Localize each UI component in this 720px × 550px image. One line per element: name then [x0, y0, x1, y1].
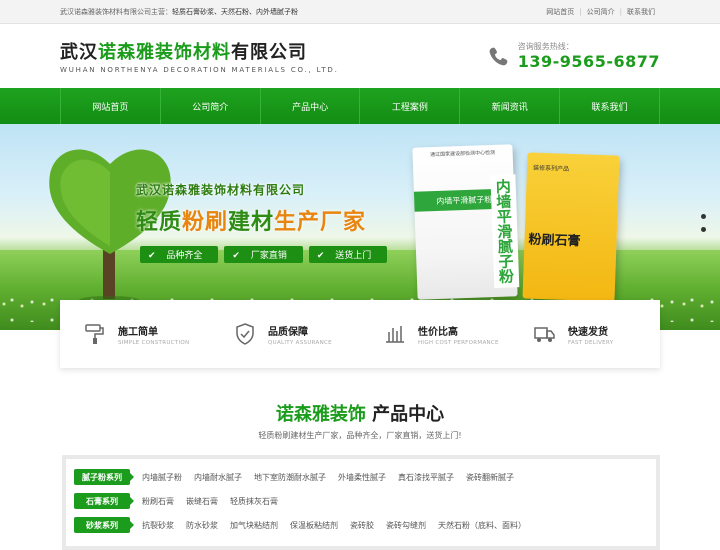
intro-products: 轻质石膏砂浆、天然石粉、内外墙腻子粉 — [172, 8, 298, 16]
slider-dot[interactable] — [701, 214, 706, 219]
nav-home[interactable]: 网站首页 — [61, 88, 161, 124]
slogan-part: 粉刷 — [182, 210, 229, 235]
plaster-bag-image: 装修系列产品 粉刷石膏 — [522, 152, 620, 302]
feature-title: 性价比高 — [418, 326, 458, 338]
top-link-home[interactable]: 网站首页 — [541, 7, 579, 17]
top-link-about[interactable]: 公司简介 — [582, 7, 620, 17]
slider-dot[interactable] — [701, 227, 706, 232]
category-label[interactable]: 石膏系列 — [74, 493, 134, 509]
top-links: 网站首页 | 公司简介 | 联系我们 — [541, 7, 660, 17]
banner-tag: ✔ 厂家直销 — [224, 246, 303, 263]
top-link-contact[interactable]: 联系我们 — [622, 7, 660, 17]
nav-news[interactable]: 新闻资讯 — [460, 88, 561, 124]
product-center-subtitle: 轻质粉刷建材生产厂家，品种齐全，厂家直销，送货上门! — [258, 431, 462, 440]
slogan-part: 建材 — [228, 210, 275, 235]
category-row: 砂浆系列 抗裂砂浆 防水砂浆 加气块粘结剂 保温板粘结剂 瓷砖胶 瓷砖勾缝剂 天… — [74, 513, 648, 537]
feature-subtitle: HIGH COST PERFORMANCE — [418, 339, 499, 346]
title-brand: 诺森雅装饰 — [275, 404, 366, 425]
putty-bag-image: 通过国家建设部检测中心检测 内墙平滑腻子粉 内墙平滑腻子粉 — [412, 144, 520, 300]
category-item[interactable]: 地下室防潮耐水腻子 — [254, 472, 326, 483]
product-center-title: 诺森雅装饰 产品中心 — [0, 400, 720, 426]
company-intro: 武汉诺森雅装饰材料有限公司主营：轻质石膏砂浆、天然石粉、内外墙腻子粉 — [60, 7, 298, 17]
banner-company-name: 武汉诺森雅装饰材料有限公司 — [136, 183, 306, 197]
banner-tag: ✔ 品种齐全 — [140, 246, 219, 263]
hotline: 咨询服务热线： 139-9565-6877 — [488, 41, 660, 71]
banner-tag-text: 厂家直销 — [242, 249, 295, 263]
category-box: 腻子粉系列 内墙腻子粉 内墙耐水腻子 地下室防潮耐水腻子 外墙柔性腻子 真石漆找… — [62, 455, 660, 550]
feature-title: 施工简单 — [118, 326, 158, 338]
feature-title: 品质保障 — [268, 326, 308, 338]
paint-roller-icon — [82, 321, 108, 347]
bag2-product-name: 粉刷石膏 — [528, 232, 581, 250]
slogan-part: 生产厂家 — [274, 210, 367, 235]
site-header: 武汉诺森雅装饰材料有限公司 WUHAN NORTHENYA DECORATION… — [0, 24, 720, 88]
site-logo[interactable]: 武汉诺森雅装饰材料有限公司 WUHAN NORTHENYA DECORATION… — [60, 38, 339, 74]
feature-item: 品质保障 QUALITY ASSURANCE — [210, 321, 360, 347]
phone-icon — [488, 45, 510, 67]
category-item[interactable]: 内墙腻子粉 — [142, 472, 182, 483]
logo-part-b: 诺森雅装饰材料 — [98, 42, 231, 63]
feature-item: 快速发货 FAST DELIVERY — [510, 321, 660, 347]
bag2-top-text: 装修系列产品 — [532, 164, 570, 173]
slider-dots — [701, 214, 706, 232]
category-item[interactable]: 粉刷石膏 — [142, 496, 174, 507]
category-item[interactable]: 内墙耐水腻子 — [194, 472, 242, 483]
category-item[interactable]: 瓷砖勾缝剂 — [386, 520, 426, 531]
banner-tags: ✔ 品种齐全 ✔ 厂家直销 ✔ 送货上门 — [140, 246, 388, 263]
hotline-number[interactable]: 139-9565-6877 — [518, 52, 660, 71]
logo-part-a: 武汉 — [60, 42, 98, 63]
nav-about[interactable]: 公司简介 — [161, 88, 261, 124]
nav-cases[interactable]: 工程案例 — [360, 88, 461, 124]
feature-subtitle: QUALITY ASSURANCE — [268, 339, 332, 346]
intro-prefix: 武汉诺森雅装饰材料有限公司主营： — [60, 8, 172, 16]
category-item[interactable]: 嵌缝石膏 — [186, 496, 218, 507]
nav-contact[interactable]: 联系我们 — [560, 88, 660, 124]
category-item[interactable]: 天然石粉（底料、面料） — [438, 520, 526, 531]
feature-title: 快速发货 — [568, 326, 608, 338]
category-row: 石膏系列 粉刷石膏 嵌缝石膏 轻质抹灰石膏 — [74, 489, 648, 513]
hotline-label: 咨询服务热线： — [517, 42, 574, 51]
category-item[interactable]: 轻质抹灰石膏 — [230, 496, 278, 507]
delivery-truck-icon — [532, 321, 558, 347]
category-label[interactable]: 砂浆系列 — [74, 517, 134, 533]
feature-subtitle: SIMPLE CONSTRUCTION — [118, 339, 190, 346]
category-item[interactable]: 加气块粘结剂 — [230, 520, 278, 531]
banner-tag-text: 品种齐全 — [158, 249, 211, 263]
logo-english: WUHAN NORTHENYA DECORATION MATERIALS CO.… — [60, 66, 339, 74]
category-item[interactable]: 瓷砖胶 — [350, 520, 374, 531]
category-item[interactable]: 防水砂浆 — [186, 520, 218, 531]
category-row: 腻子粉系列 内墙腻子粉 内墙耐水腻子 地下室防潮耐水腻子 外墙柔性腻子 真石漆找… — [74, 465, 648, 489]
category-item[interactable]: 保温板粘结剂 — [290, 520, 338, 531]
category-item[interactable]: 真石漆找平腻子 — [398, 472, 454, 483]
category-item[interactable]: 抗裂砂浆 — [142, 520, 174, 531]
banner-tag-text: 送货上门 — [327, 249, 380, 263]
feature-item: 施工简单 SIMPLE CONSTRUCTION — [60, 321, 210, 347]
banner-slogan: 轻质粉刷建材生产厂家 — [136, 204, 366, 236]
banner-tag: ✔ 送货上门 — [308, 246, 388, 263]
main-nav: 网站首页 公司简介 产品中心 工程案例 新闻资讯 联系我们 — [0, 88, 720, 124]
title-text: 产品中心 — [372, 404, 445, 425]
nav-products[interactable]: 产品中心 — [261, 88, 361, 124]
feature-item: 性价比高 HIGH COST PERFORMANCE — [360, 321, 510, 347]
logo-chinese: 武汉诺森雅装饰材料有限公司 — [60, 38, 339, 64]
logo-part-c: 有限公司 — [231, 42, 307, 63]
shield-check-icon — [232, 321, 258, 347]
bag1-top-text: 通过国家建设部检测中心检测 — [430, 149, 496, 159]
bag1-vertical-text: 内墙平滑腻子粉 — [490, 174, 520, 289]
feature-strip: 施工简单 SIMPLE CONSTRUCTION 品质保障 QUALITY ASSU… — [60, 300, 660, 368]
slogan-part: 轻质 — [136, 210, 183, 235]
category-item[interactable]: 瓷砖翻新腻子 — [466, 472, 514, 483]
value-hand-icon — [382, 321, 408, 347]
top-bar: 武汉诺森雅装饰材料有限公司主营：轻质石膏砂浆、天然石粉、内外墙腻子粉 网站首页 … — [0, 0, 720, 24]
feature-subtitle: FAST DELIVERY — [568, 339, 614, 346]
category-item[interactable]: 外墙柔性腻子 — [338, 472, 386, 483]
category-label[interactable]: 腻子粉系列 — [74, 469, 134, 485]
